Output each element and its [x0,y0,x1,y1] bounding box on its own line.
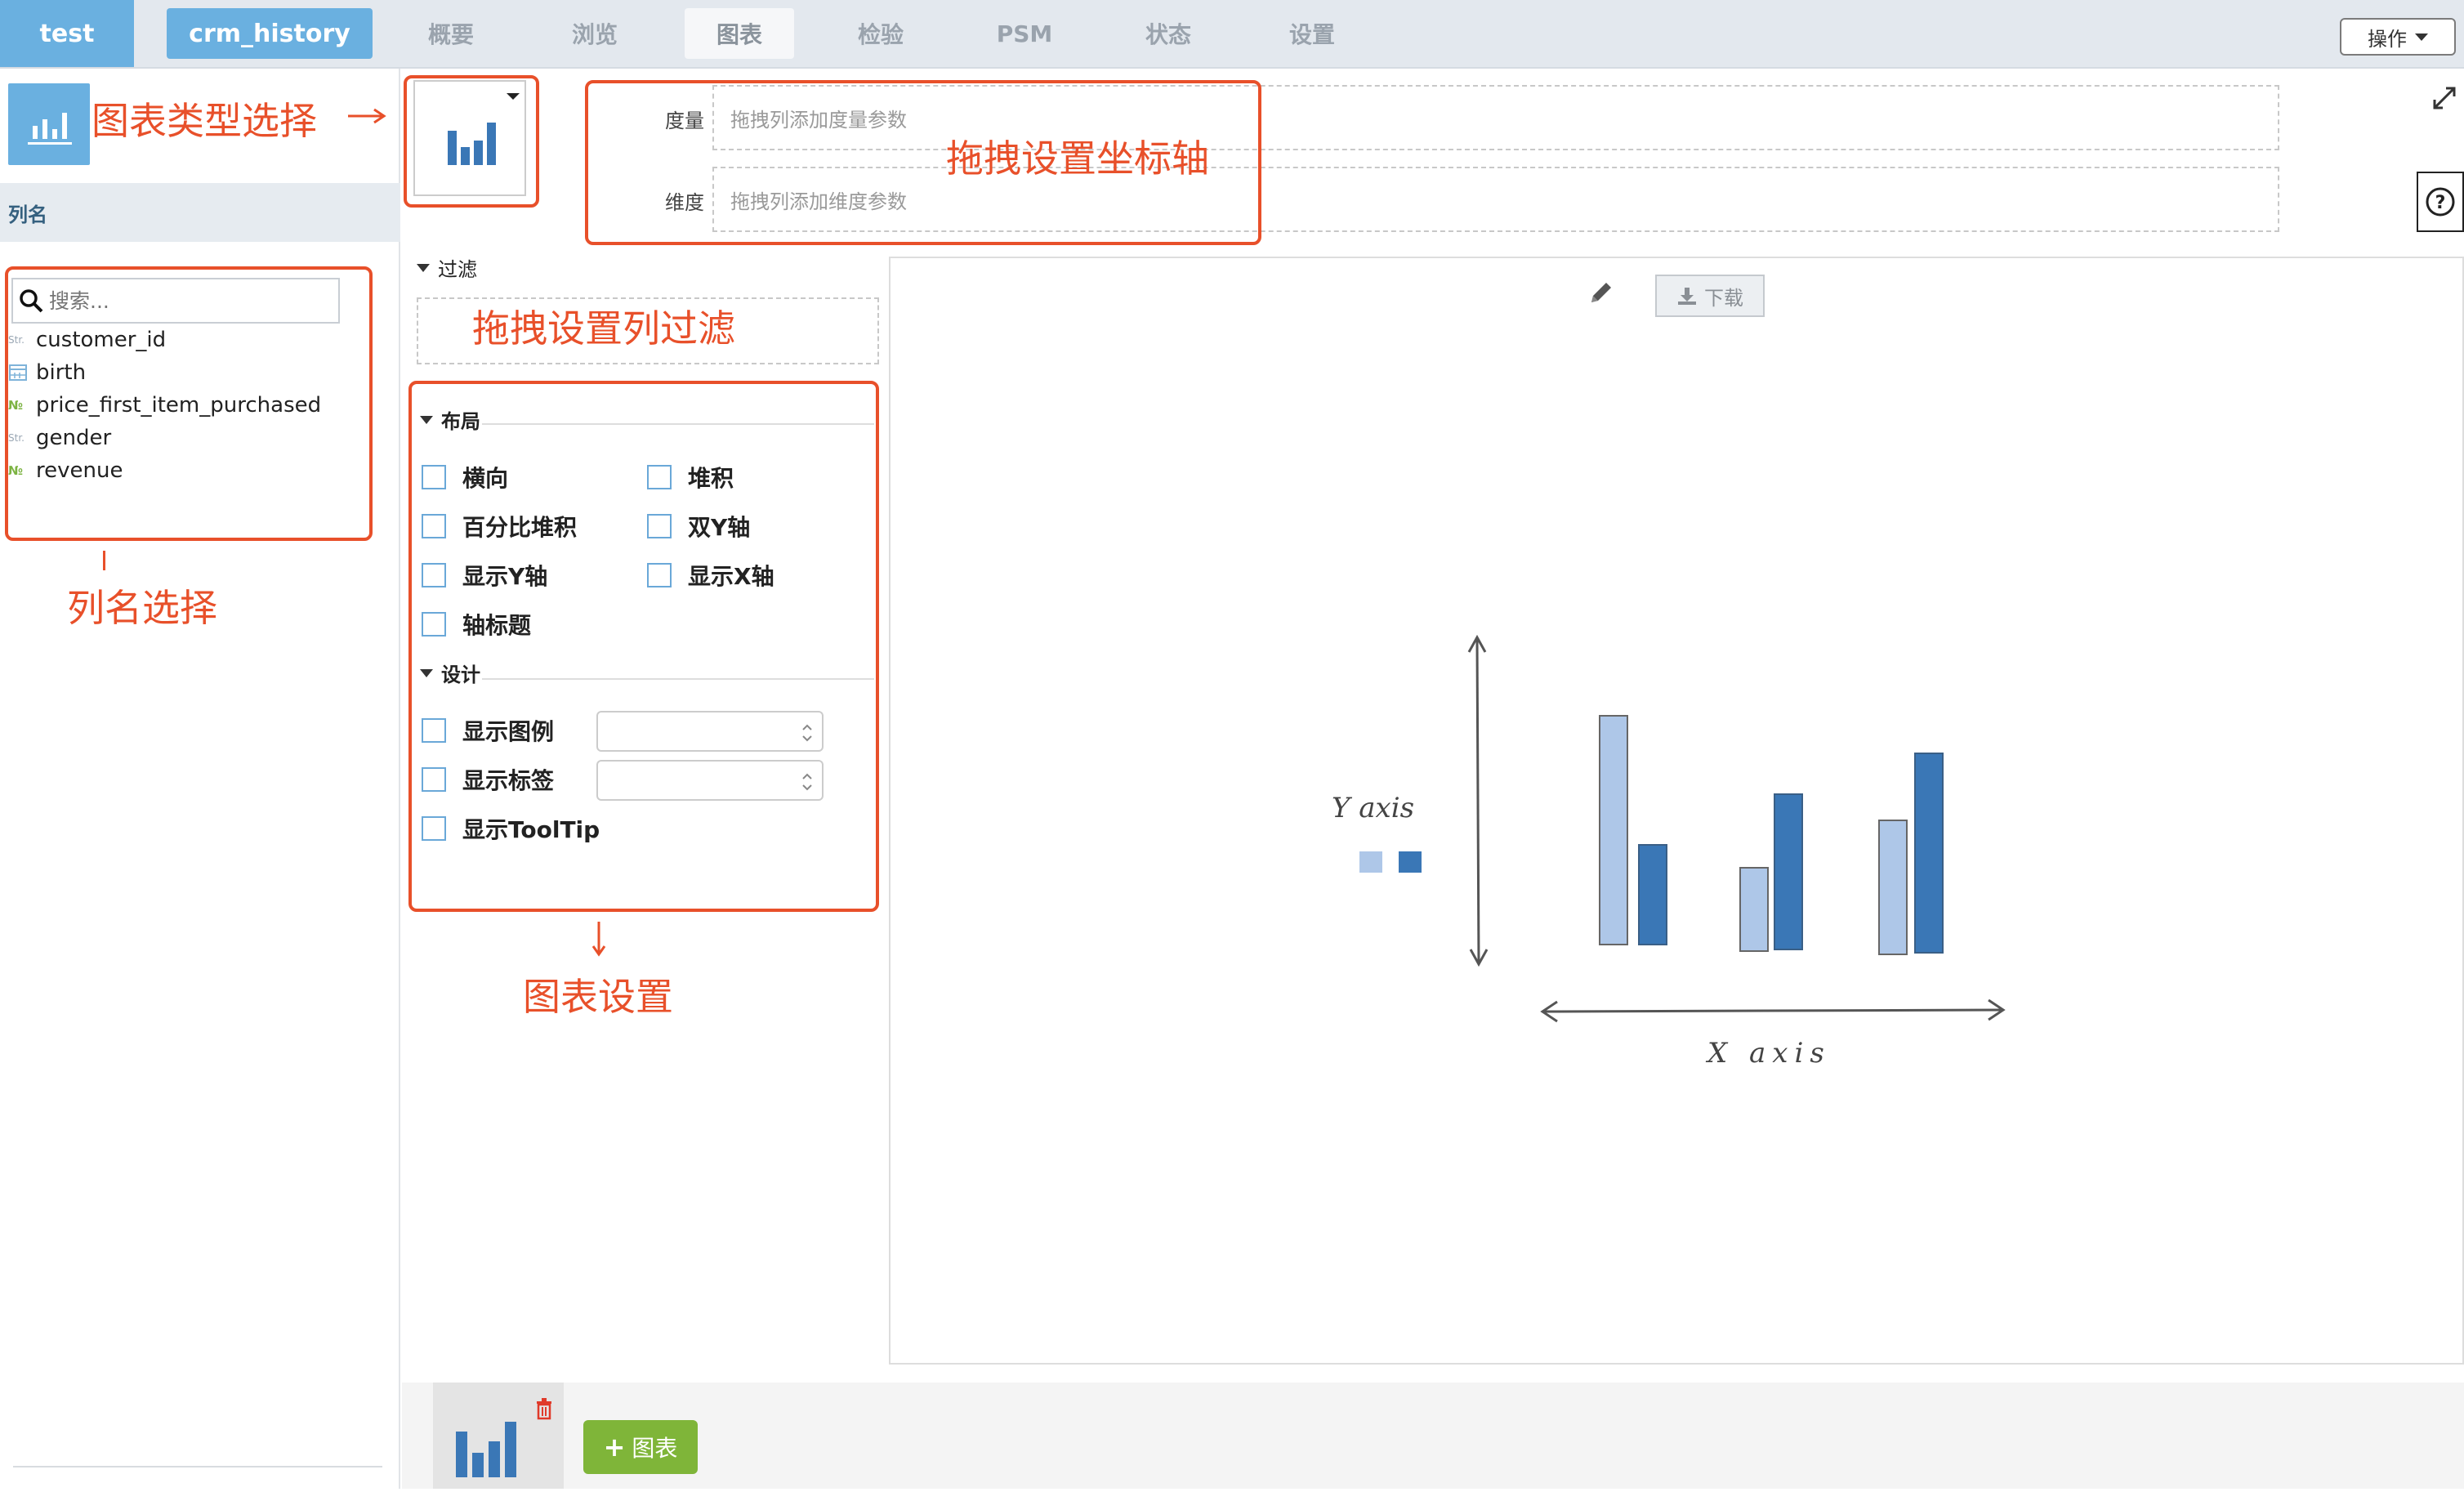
action-menu-button[interactable]: 操作 [2340,18,2456,56]
caret-down-icon [417,263,430,272]
annotation-axis-setup: 拖拽设置坐标轴 [946,136,1209,181]
annotation-column-select: 列名选择 [67,586,217,630]
filter-title: 过滤 [438,258,477,281]
download-label: 下载 [1704,286,1743,310]
svg-text:?: ? [2435,193,2446,213]
tab-browse[interactable]: 浏览 [556,8,634,59]
empty-chart-illustration: Y axis X axis [1332,634,2006,1070]
tab-psm[interactable]: PSM [985,8,1064,59]
action-menu-label: 操作 [2368,27,2407,51]
trash-icon[interactable] [534,1397,554,1420]
help-button[interactable]: ? [2417,172,2464,232]
tab-chart[interactable]: 图表 [685,8,794,59]
annotation-tick [103,551,105,570]
annotation-arrow-right [348,108,386,124]
annotation-box-settings [408,381,879,912]
filter-section-toggle[interactable]: 过滤 [417,253,477,282]
tab-status[interactable]: 状态 [1129,8,1207,59]
download-icon [1678,288,1696,305]
annotation-chart-type: 图表类型选择 [92,99,317,143]
edit-pencil-icon[interactable] [1585,278,1618,310]
chart-x-axis-label: X axis [1705,1037,1831,1070]
tab-test[interactable]: 检验 [841,8,920,59]
chart-y-axis-label: Y axis [1332,792,1414,824]
plus-icon: + [603,1432,626,1463]
expand-icon[interactable] [2430,83,2459,113]
dataset-button[interactable]: crm_history [167,8,373,59]
add-chart-label: 图表 [632,1435,678,1462]
help-icon: ? [2426,187,2455,217]
chevron-down-icon [2415,33,2428,41]
tab-overview[interactable]: 概要 [412,8,490,59]
divider [13,1466,382,1467]
project-button[interactable]: test [0,0,134,67]
column-list-header: 列名 [0,183,400,242]
tab-settings[interactable]: 设置 [1273,8,1351,59]
annotation-box-chart-type [404,75,539,208]
annotation-box-columns [5,266,373,541]
annotation-arrow-down [591,922,606,957]
annotation-column-filter: 拖拽设置列过滤 [472,306,735,351]
download-button[interactable]: 下载 [1655,275,1765,317]
chart-list-strip [402,1383,2464,1489]
chart-module-icon [8,83,90,165]
add-chart-button[interactable]: + 图表 [583,1420,698,1474]
annotation-chart-settings: 图表设置 [523,975,673,1019]
